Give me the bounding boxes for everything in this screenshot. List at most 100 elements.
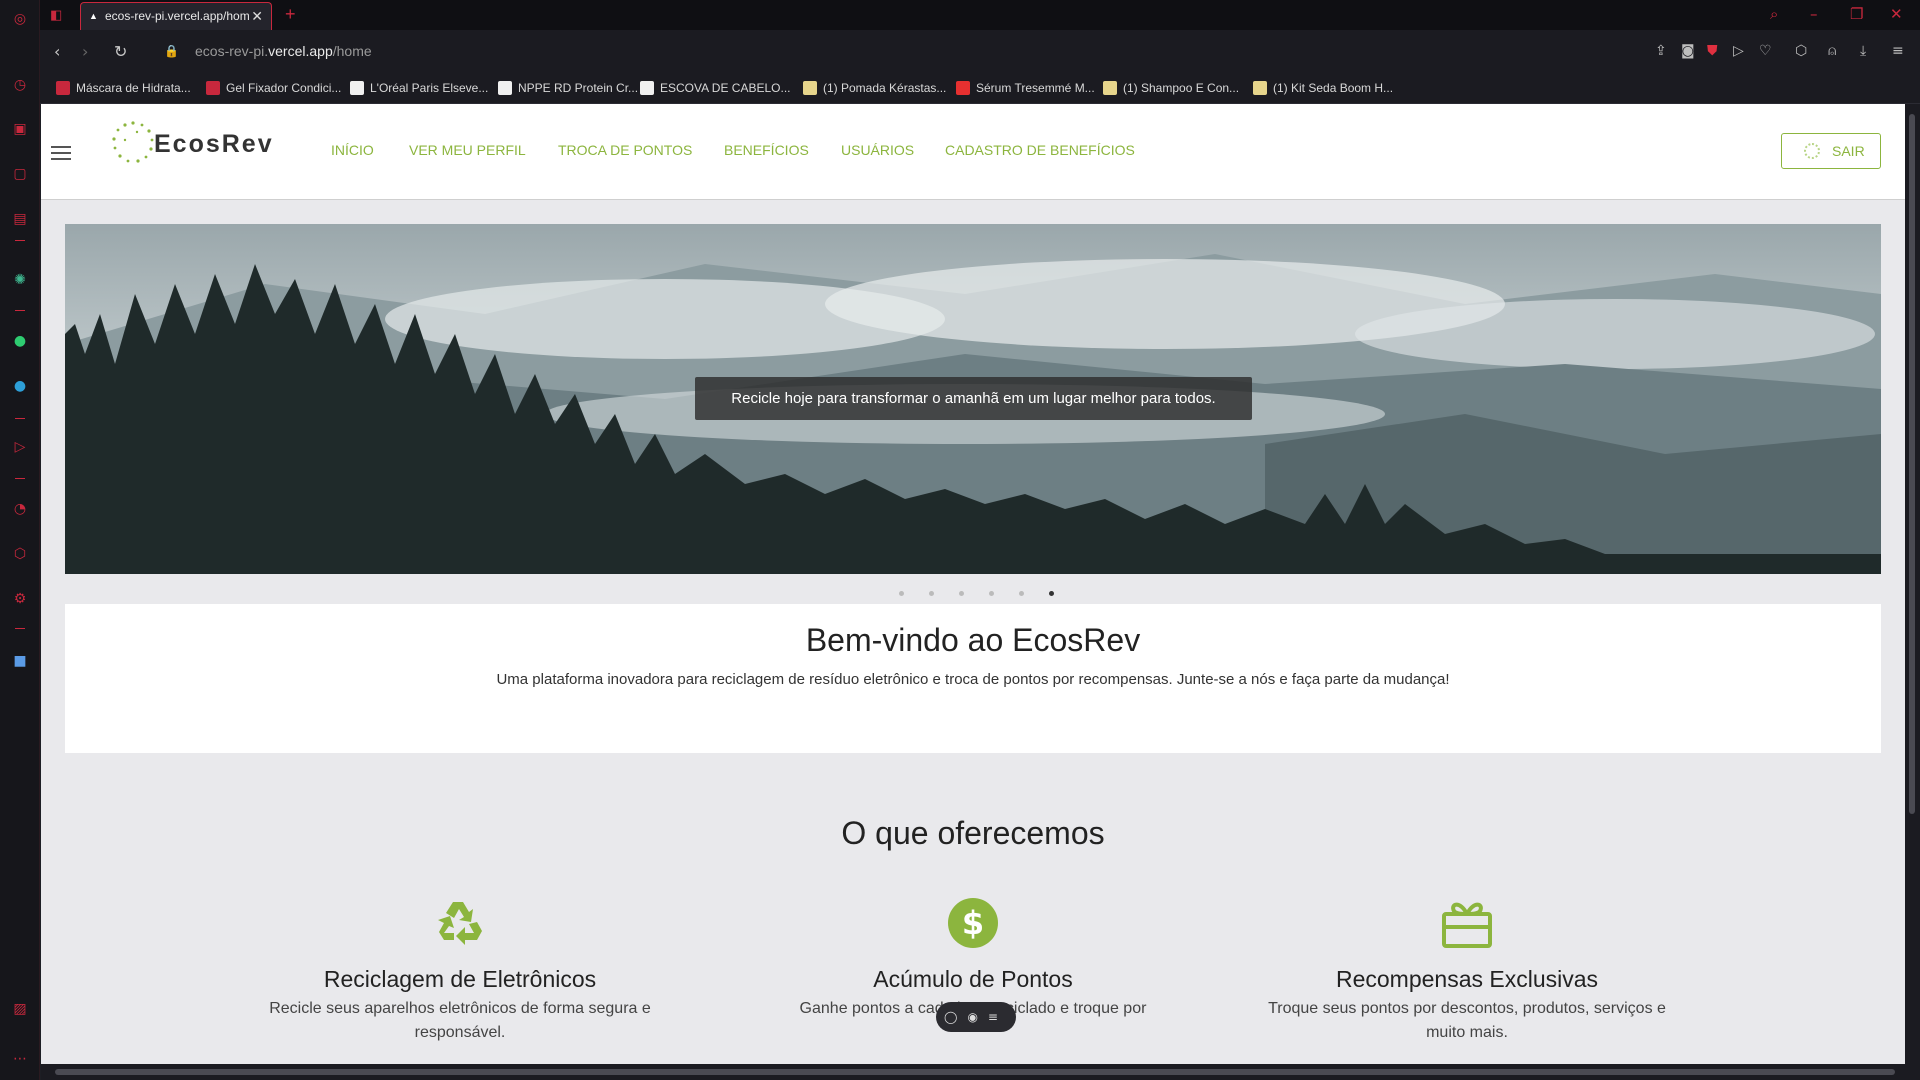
whatsapp-icon[interactable]: ●: [11, 332, 29, 350]
telegram-icon[interactable]: ●: [11, 377, 29, 395]
bookmark-label: ESCOVA DE CABELO...: [660, 81, 791, 95]
close-window-icon[interactable]: ✕: [1890, 5, 1903, 23]
chatgpt-icon[interactable]: ✺: [11, 271, 29, 289]
player-icon[interactable]: ▤: [11, 210, 29, 228]
eye-icon[interactable]: ◉: [967, 1010, 987, 1024]
bookmark-label: NPPE RD Protein Cr...: [518, 81, 639, 95]
carousel-dot[interactable]: [929, 591, 934, 596]
carousel-dot[interactable]: [959, 591, 964, 596]
camera-icon[interactable]: ◙: [1681, 43, 1695, 59]
shopping-icon[interactable]: ▣: [11, 120, 29, 138]
bookmark-item[interactable]: NPPE RD Protein Cr...: [498, 81, 638, 95]
twitch-icon[interactable]: ▢: [11, 165, 29, 183]
chat-icon[interactable]: ◯: [944, 1010, 967, 1024]
tab-menu-icon[interactable]: ◧: [50, 7, 62, 23]
carousel-dot[interactable]: [1019, 591, 1024, 596]
cube-icon[interactable]: ⬡: [1795, 43, 1807, 59]
download-icon[interactable]: ⤓: [1860, 43, 1866, 59]
reload-icon[interactable]: ↻: [114, 42, 127, 61]
bookmark-item[interactable]: (1) Pomada Kérastas...: [803, 81, 946, 95]
tab-close-icon[interactable]: ✕: [251, 3, 263, 29]
horizontal-scrollbar[interactable]: [41, 1064, 1920, 1080]
bookmark-item[interactable]: Gel Fixador Condici...: [206, 81, 341, 95]
bookmark-favicon-icon: [640, 81, 654, 95]
bookmark-label: Sérum Tresemmé M...: [976, 81, 1095, 95]
forward-icon[interactable]: ›: [82, 42, 88, 61]
logout-label: SAIR: [1832, 143, 1865, 159]
nav-troca-de-pontos[interactable]: TROCA DE PONTOS: [558, 142, 692, 158]
nav-inicio[interactable]: INÍCIO: [331, 142, 374, 158]
welcome-section: Bem-vindo ao EcosRev Uma plataforma inov…: [65, 604, 1881, 753]
logo-text: EcosRev: [154, 130, 274, 158]
carousel-indicators: [41, 591, 1905, 601]
shield-icon[interactable]: ⛊: [1707, 43, 1718, 59]
page-viewport: EcosRev INÍCIO VER MEU PERFIL TROCA DE P…: [41, 104, 1905, 1070]
minimize-icon[interactable]: –: [1810, 5, 1818, 23]
menu-icon[interactable]: ≡: [1892, 43, 1904, 59]
send-icon[interactable]: ▷: [1733, 43, 1744, 59]
bookmark-label: Gel Fixador Condici...: [226, 81, 342, 95]
bookmark-label: L'Oréal Paris Elseve...: [370, 81, 489, 95]
nav-beneficios[interactable]: BENEFÍCIOS: [724, 142, 809, 158]
nav-ver-meu-perfil[interactable]: VER MEU PERFIL: [409, 142, 526, 158]
search-tabs-icon[interactable]: ⌕: [1770, 5, 1778, 23]
logout-button[interactable]: SAIR: [1781, 133, 1881, 169]
svg-text:$: $: [962, 904, 984, 942]
back-icon[interactable]: ‹: [54, 42, 60, 61]
bookmark-favicon-icon: [206, 81, 220, 95]
floating-toolbar[interactable]: ◯◉≡: [936, 1002, 1016, 1032]
nav-usuarios[interactable]: USUÁRIOS: [841, 142, 914, 158]
dollar-icon: $: [946, 896, 1000, 950]
bookmark-item[interactable]: Máscara de Hidrata...: [56, 81, 191, 95]
heart-icon[interactable]: ♡: [1759, 43, 1772, 59]
tab-active[interactable]: ▲ ecos-rev-pi.vercel.app/hom ✕: [80, 2, 272, 30]
tab-bar: ◧ ▲ ecos-rev-pi.vercel.app/hom ✕ + ⌕ – ❐…: [40, 0, 1920, 30]
bookmark-item[interactable]: ESCOVA DE CABELO...: [640, 81, 791, 95]
address-bar: ‹ › ↻ 🔒 ecos-rev-pi.vercel.app/home ⇪ ◙ …: [40, 30, 1920, 74]
hero-carousel[interactable]: Recicle hoje para transformar o amanhã e…: [65, 224, 1881, 574]
logo-mark-icon: [1804, 143, 1820, 159]
logo[interactable]: EcosRev: [111, 118, 291, 168]
app-icon[interactable]: ■: [11, 652, 29, 670]
lock-icon: 🔒: [164, 44, 179, 58]
feature-text: Troque seus pontos por descontos, produt…: [1268, 1000, 1666, 1041]
opera-logo-icon[interactable]: ◎: [11, 10, 29, 28]
profile-icon[interactable]: ⍝: [1828, 43, 1836, 59]
bookmark-favicon-icon: [350, 81, 364, 95]
share-icon[interactable]: ⇪: [1655, 43, 1667, 59]
bookmarks-bar: Máscara de Hidrata... Gel Fixador Condici…: [40, 74, 1920, 104]
logo-icon: [112, 121, 154, 163]
nav-cadastro-de-beneficios[interactable]: CADASTRO DE BENEFÍCIOS: [945, 142, 1135, 158]
bookmark-item[interactable]: Sérum Tresemmé M...: [956, 81, 1095, 95]
url-field[interactable]: ecos-rev-pi.vercel.app/home: [195, 43, 372, 59]
new-tab-button[interactable]: +: [285, 4, 296, 25]
hero-caption: Recicle hoje para transformar o amanhã e…: [695, 377, 1252, 420]
history-icon[interactable]: ◔: [11, 500, 29, 518]
bookmark-item[interactable]: (1) Kit Seda Boom H...: [1253, 81, 1393, 95]
settings-icon[interactable]: ⚙: [11, 590, 29, 608]
carousel-dot-active[interactable]: [1049, 591, 1054, 596]
bookmark-item[interactable]: (1) Shampoo E Con...: [1103, 81, 1239, 95]
extensions-icon[interactable]: ⬡: [11, 545, 29, 563]
carousel-dot[interactable]: [899, 591, 904, 596]
more-icon[interactable]: ⋯: [11, 1050, 29, 1068]
feature-text: Recicle seus aparelhos eletrônicos de fo…: [269, 1000, 651, 1041]
vertical-scrollbar[interactable]: [1905, 104, 1920, 1070]
bookmark-label: (1) Pomada Kérastas...: [823, 81, 947, 95]
restore-icon[interactable]: ❐: [1850, 5, 1863, 23]
bookmark-favicon-icon: [56, 81, 70, 95]
list-icon[interactable]: ≡: [988, 1010, 1008, 1024]
site-header: EcosRev INÍCIO VER MEU PERFIL TROCA DE P…: [41, 104, 1905, 200]
browser-sidebar: ◎ ◷ ▣ ▢ ▤ ✺ ● ● ▷ ◔ ⬡ ⚙ ■ ▨ ⋯: [0, 0, 40, 1080]
play-icon[interactable]: ▷: [11, 438, 29, 456]
hamburger-menu-icon[interactable]: [51, 146, 71, 160]
carousel-dot[interactable]: [989, 591, 994, 596]
bookmark-item[interactable]: L'Oréal Paris Elseve...: [350, 81, 488, 95]
bookmark-favicon-icon: [956, 81, 970, 95]
bookmark-label: Máscara de Hidrata...: [76, 81, 191, 95]
gallery-icon[interactable]: ▨: [11, 1000, 29, 1018]
speed-dial-icon[interactable]: ◷: [11, 76, 29, 94]
feature-title: Reciclagem de Eletrônicos: [323, 966, 597, 992]
gift-icon: [1440, 896, 1494, 950]
welcome-title: Bem-vindo ao EcosRev: [805, 622, 1141, 658]
